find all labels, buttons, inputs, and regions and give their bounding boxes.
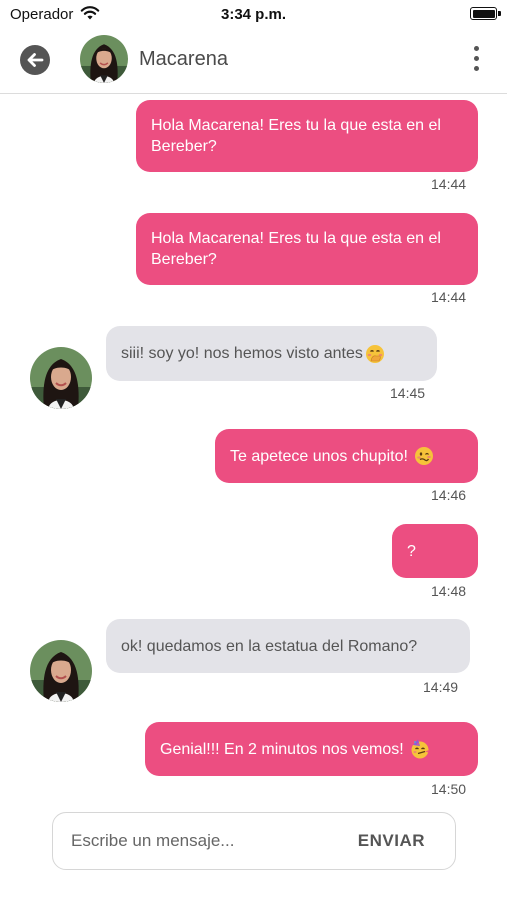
contact-avatar[interactable] (80, 35, 128, 83)
message-bubble-outgoing[interactable]: Te apetece unos chupito! (215, 429, 478, 483)
partying-face-icon (411, 739, 429, 759)
more-vertical-icon (471, 46, 481, 71)
message-bubble-outgoing[interactable]: Hola Macarena! Eres tu la que esta en el… (136, 100, 478, 172)
contact-avatar[interactable] (30, 347, 92, 409)
contact-name[interactable]: Macarena (139, 48, 228, 71)
message-text: Te apetece unos chupito! (230, 447, 408, 465)
more-options-button[interactable] (471, 46, 481, 74)
message-composer: ENVIAR (52, 812, 456, 870)
message-time: 14:44 (431, 289, 467, 305)
message-bubble-incoming[interactable]: siii! soy yo! nos hemos visto antes (106, 326, 437, 381)
message-list[interactable]: Hola Macarena! Eres tu la que esta en el… (0, 95, 507, 810)
status-bar: Operador 3:34 p.m. (0, 0, 507, 28)
message-time: 14:50 (431, 781, 467, 797)
message-text: ? (407, 542, 416, 560)
back-button[interactable] (20, 45, 50, 75)
face-with-hand-over-mouth-icon (365, 344, 384, 363)
message-bubble-incoming[interactable]: ok! quedamos en la estatua del Romano? (106, 619, 470, 673)
message-bubble-outgoing[interactable]: Genial!!! En 2 minutos nos vemos! (145, 722, 478, 776)
message-text: Hola Macarena! Eres tu la que esta en el… (151, 117, 441, 155)
battery-icon (470, 7, 497, 20)
message-bubble-outgoing[interactable]: Hola Macarena! Eres tu la que esta en el… (136, 213, 478, 285)
message-time: 14:44 (431, 176, 467, 192)
message-time: 14:49 (423, 679, 459, 695)
battery-cap (498, 11, 501, 16)
chat-header: Macarena (0, 28, 507, 94)
message-time: 14:46 (431, 487, 467, 503)
message-text: Hola Macarena! Eres tu la que esta en el… (151, 230, 441, 268)
message-input[interactable] (71, 813, 341, 869)
contact-avatar[interactable] (30, 640, 92, 702)
status-time: 3:34 p.m. (220, 6, 287, 23)
message-time: 14:45 (390, 385, 426, 401)
message-text: siii! soy yo! nos hemos visto antes (121, 345, 363, 362)
message-text: ok! quedamos en la estatua del Romano? (121, 637, 418, 655)
arrow-left-circle-icon (27, 53, 44, 67)
message-bubble-outgoing[interactable]: ? (392, 524, 478, 578)
woozy-face-icon (414, 447, 433, 465)
send-button[interactable]: ENVIAR (358, 831, 425, 851)
message-text: Genial!!! En 2 minutos nos vemos! (160, 740, 404, 758)
message-time: 14:48 (431, 583, 467, 599)
